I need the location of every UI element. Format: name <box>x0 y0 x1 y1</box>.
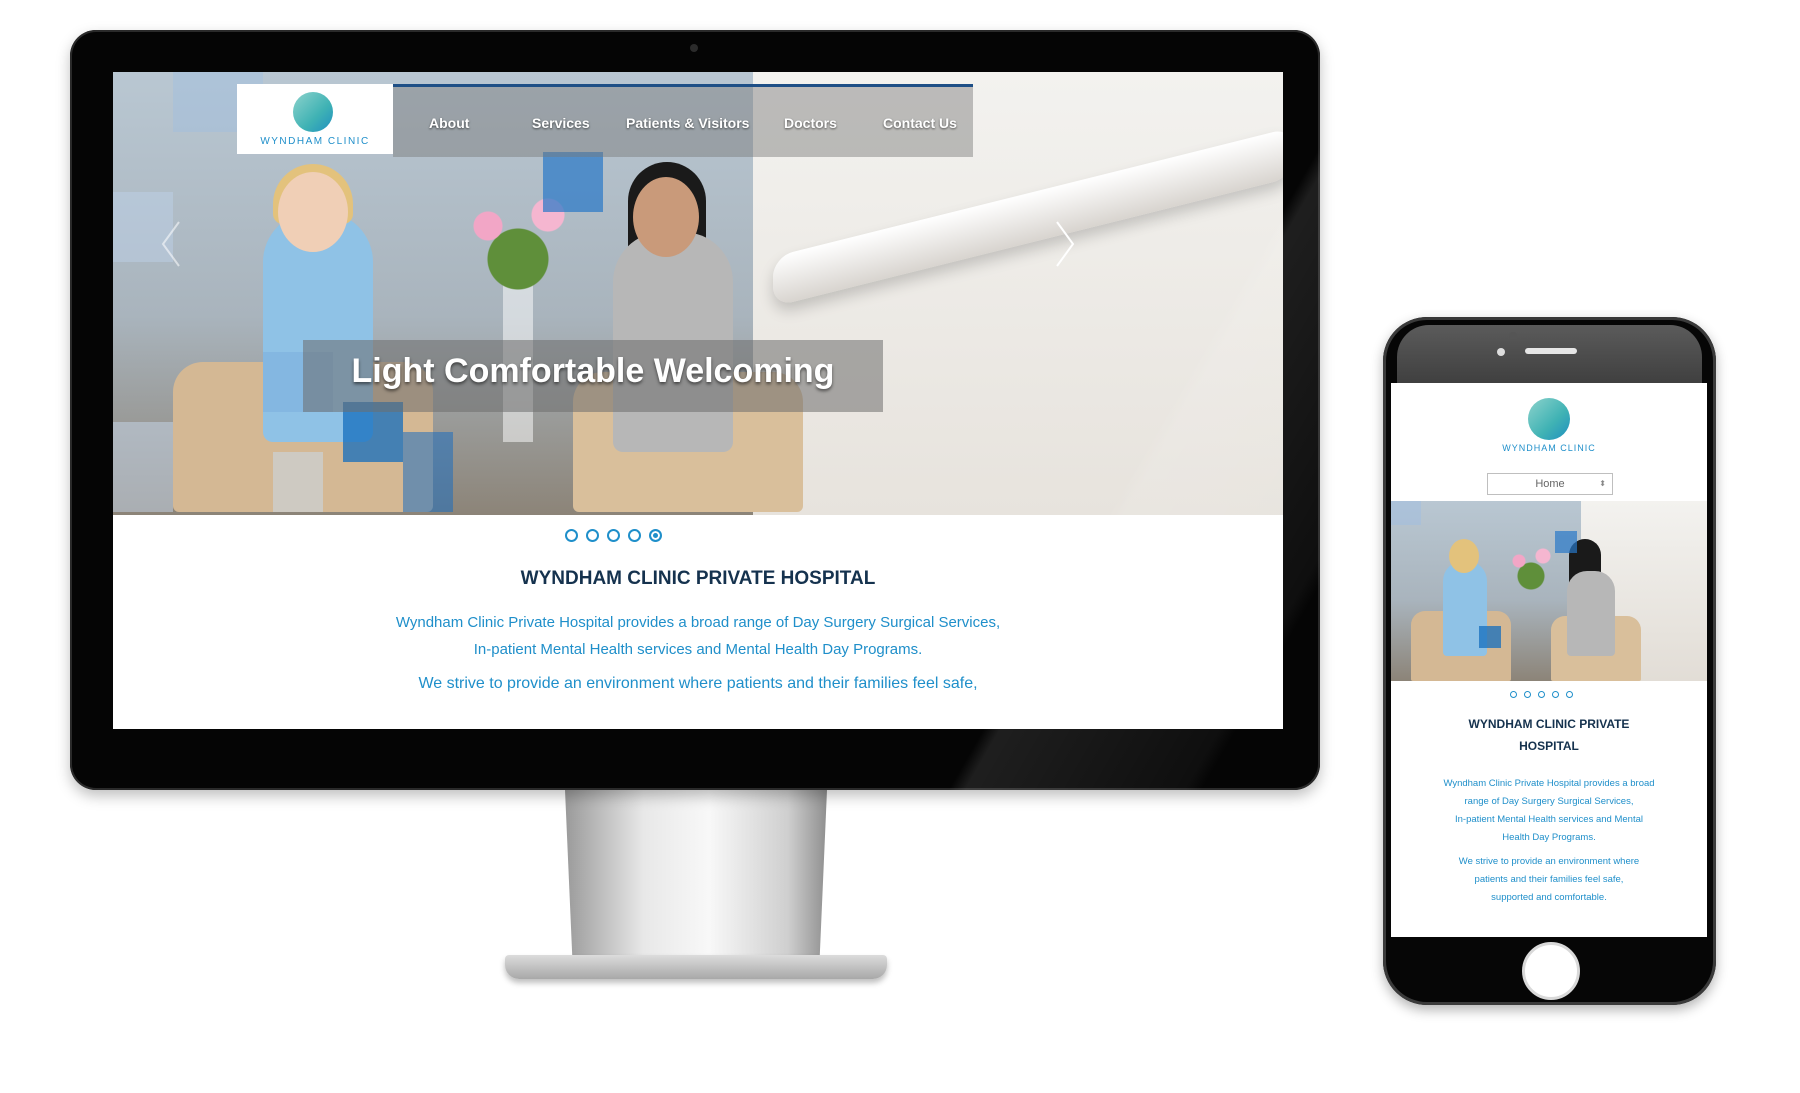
nav-item-services[interactable]: Services <box>532 115 590 131</box>
monitor-stand <box>565 790 827 970</box>
carousel-dot[interactable] <box>1538 691 1545 698</box>
mobile-carousel-dots <box>1510 691 1590 699</box>
mobile-phone: WYNDHAM CLINIC Home ⬍ WYNDHAM CLINIC PRI… <box>1383 317 1716 1005</box>
home-button[interactable] <box>1522 942 1580 1000</box>
carousel-dot[interactable] <box>628 529 641 542</box>
carousel-dot-active[interactable] <box>649 529 662 542</box>
mobile-intro-line: range of Day Surgery Surgical Services, <box>1464 796 1634 807</box>
mobile-intro-paragraph: We strive to provide an environment wher… <box>1421 853 1677 907</box>
mobile-heading-line: WYNDHAM CLINIC PRIVATE <box>1468 717 1630 731</box>
carousel-dot[interactable] <box>1566 691 1573 698</box>
carousel-dot[interactable] <box>586 529 599 542</box>
carousel-dot[interactable] <box>1552 691 1559 698</box>
mobile-intro-line: Wyndham Clinic Private Hospital provides… <box>1443 778 1655 789</box>
mosaic-tile <box>1479 626 1501 648</box>
hero-photo-person <box>1567 571 1615 656</box>
carousel-prev-icon[interactable] <box>159 220 183 268</box>
mobile-nav-select-value: Home <box>1535 478 1565 490</box>
intro-line: Wyndham Clinic Private Hospital provides… <box>395 614 1001 631</box>
carousel-dot[interactable] <box>607 529 620 542</box>
logo-mark-icon <box>293 92 333 132</box>
nav-item-doctors[interactable]: Doctors <box>784 115 837 131</box>
hero-carousel: WYNDHAM CLINIC About Services Patients &… <box>113 72 1283 515</box>
page-heading: WYNDHAM CLINIC PRIVATE HOSPITAL <box>520 568 876 589</box>
mobile-intro-line: Health Day Programs. <box>1502 832 1596 843</box>
mobile-screen: WYNDHAM CLINIC Home ⬍ WYNDHAM CLINIC PRI… <box>1391 383 1707 937</box>
mosaic-tile <box>273 452 323 512</box>
mosaic-tile <box>113 422 173 512</box>
carousel-dot[interactable] <box>565 529 578 542</box>
carousel-dot[interactable] <box>1524 691 1531 698</box>
carousel-next-icon[interactable] <box>1053 220 1077 268</box>
carousel-dot[interactable] <box>1510 691 1517 698</box>
hero-caption: Light Comfortable Welcoming <box>351 352 835 390</box>
mobile-hero-image <box>1391 501 1707 681</box>
intro-line: In-patient Mental Health services and Me… <box>473 641 923 658</box>
logo-text: WYNDHAM CLINIC <box>260 136 370 147</box>
sensor-icon <box>1497 348 1505 356</box>
mosaic-tile <box>1555 531 1577 553</box>
intro-line: We strive to provide an environment wher… <box>418 675 978 692</box>
mobile-nav-select[interactable]: Home ⬍ <box>1487 473 1613 495</box>
site-logo[interactable]: WYNDHAM CLINIC <box>237 84 393 154</box>
desktop-screen: WYNDHAM CLINIC About Services Patients &… <box>113 72 1283 729</box>
nav-item-contact-us[interactable]: Contact Us <box>883 115 957 131</box>
mobile-page-heading: WYNDHAM CLINIC PRIVATE HOSPITAL <box>1411 713 1687 757</box>
logo-mark-icon[interactable] <box>1528 398 1570 440</box>
mobile-intro-line: In-patient Mental Health services and Me… <box>1455 814 1643 825</box>
monitor-stand-base <box>505 955 887 979</box>
mobile-intro-line: patients and their families feel safe, <box>1474 874 1624 885</box>
mobile-intro-paragraph: Wyndham Clinic Private Hospital provides… <box>1421 775 1677 847</box>
carousel-dots <box>565 529 675 543</box>
nav-item-patients-visitors[interactable]: Patients & Visitors <box>626 115 749 131</box>
mosaic-tile <box>543 152 603 212</box>
mobile-intro-line: We strive to provide an environment wher… <box>1458 856 1640 867</box>
mosaic-tile <box>1391 501 1421 525</box>
select-caret-icon: ⬍ <box>1599 479 1606 488</box>
desktop-monitor: WYNDHAM CLINIC About Services Patients &… <box>70 30 1320 790</box>
hero-photo-person-head <box>633 177 699 257</box>
mobile-intro-line: supported and comfortable. <box>1491 892 1607 903</box>
front-camera-icon <box>1509 332 1517 340</box>
camera-icon <box>690 44 698 52</box>
earpiece-speaker <box>1525 348 1577 354</box>
hero-photo-person-head <box>278 172 348 252</box>
hero-photo-person-head <box>1449 539 1479 573</box>
hero-photo-flowers <box>1501 541 1561 591</box>
mobile-heading-line: HOSPITAL <box>1519 739 1579 753</box>
main-nav: About Services Patients & Visitors Docto… <box>393 84 973 157</box>
mosaic-tile <box>403 432 453 512</box>
nav-item-about[interactable]: About <box>429 115 469 131</box>
mobile-logo-text: WYNDHAM CLINIC <box>1502 443 1596 453</box>
